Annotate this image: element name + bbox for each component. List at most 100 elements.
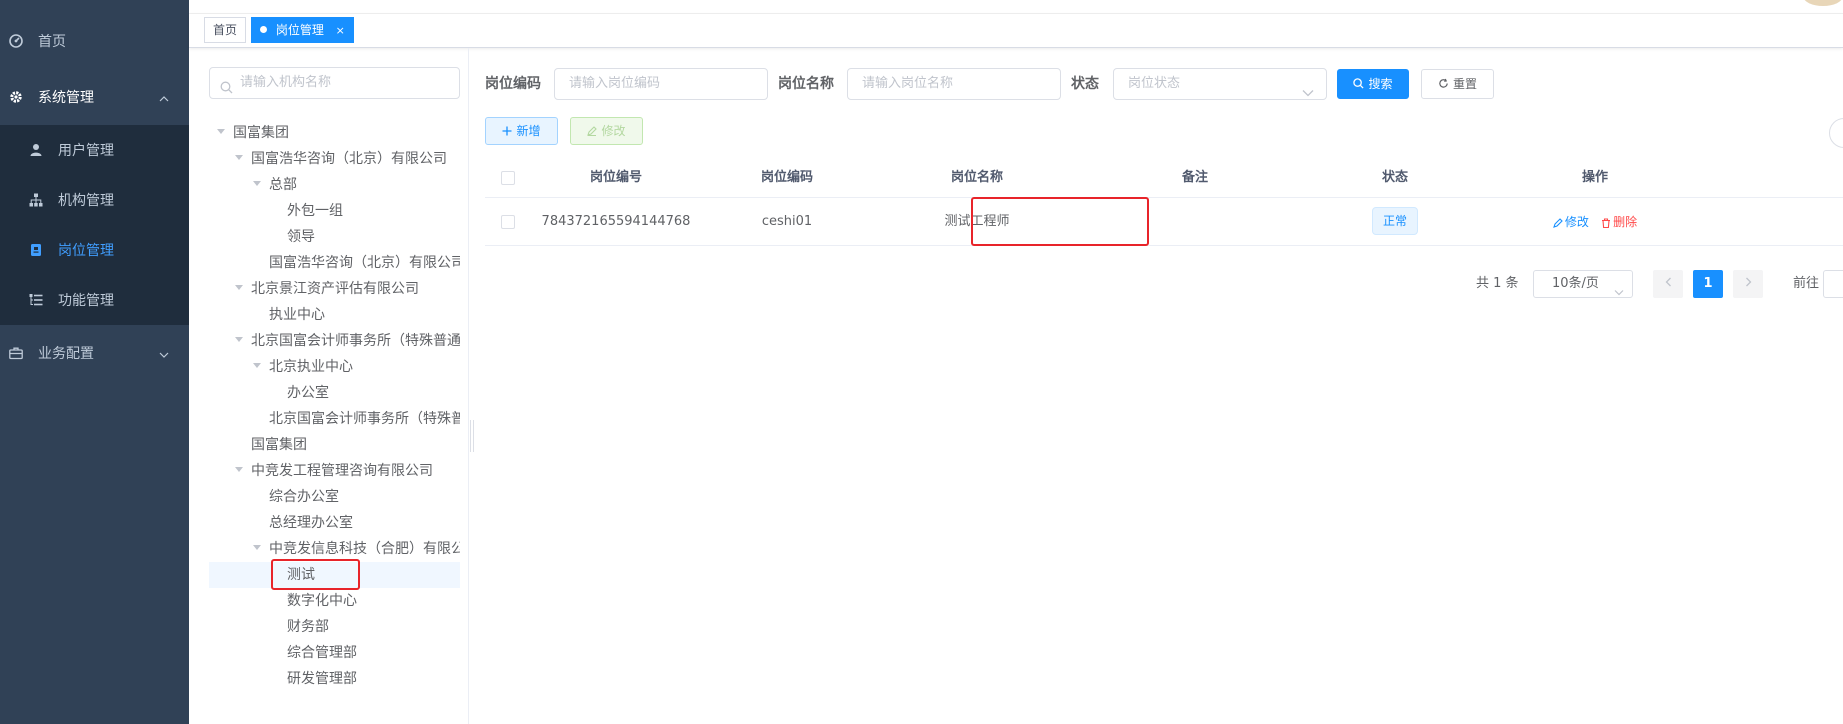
sidebar-item-label: 业务配置 — [38, 346, 94, 362]
prev-page-button[interactable] — [1653, 270, 1683, 298]
status-label: 状态 — [1071, 76, 1099, 92]
column-header: 操作 — [1581, 170, 1608, 185]
tree-node-label: 国富浩华咨询（北京）有限公司 — [269, 255, 460, 271]
select-all-checkbox[interactable] — [501, 171, 515, 185]
goto-label: 前往 — [1793, 276, 1820, 291]
add-button-label: 新增 — [516, 124, 541, 138]
tree-node-label: 总部 — [269, 177, 297, 193]
tree-table-icon — [28, 292, 44, 308]
tree-node-label: 财务部 — [287, 619, 329, 635]
post-code-label: 岗位编码 — [485, 76, 541, 92]
post-name-placeholder: 请输入岗位名称 — [862, 76, 954, 91]
tree-node[interactable]: 研发管理部 — [287, 666, 460, 692]
reset-button-label: 重置 — [1452, 77, 1477, 91]
org-search-input[interactable]: 请输入机构名称 — [209, 67, 460, 99]
tree-node-label: 中竞发工程管理咨询有限公司 — [251, 463, 433, 479]
tree-node[interactable]: 综合办公室 — [269, 484, 460, 510]
tree-node[interactable]: 中竞发工程管理咨询有限公司 — [235, 458, 460, 484]
search-button[interactable]: 搜索 — [1337, 69, 1409, 99]
sidebar: 首页 系统管理 用户管理 机构管理 岗位管理 功能管理 业务配置 — [0, 0, 189, 724]
goto-page-input[interactable] — [1823, 270, 1843, 298]
tree-node-label: 综合管理部 — [287, 645, 357, 661]
main-content: 岗位编码 请输入岗位编码 岗位名称 请输入岗位名称 状态 岗位状态 搜索 重置 … — [470, 48, 1843, 724]
search-button-label: 搜索 — [1368, 77, 1393, 91]
navbar — [189, 0, 1843, 14]
status-cell: 正常 — [1313, 198, 1477, 246]
tree-node[interactable]: 北京国富会计师事务所（特殊普通合伙） — [269, 406, 460, 432]
edit-button[interactable]: 修改 — [570, 117, 643, 145]
avatar[interactable] — [1803, 0, 1843, 6]
column-header: 状态 — [1381, 170, 1408, 185]
actions-cell: 修改 删除 — [1477, 198, 1713, 246]
row-checkbox[interactable] — [501, 215, 515, 229]
tree-node[interactable]: 总经理办公室 — [269, 510, 460, 536]
tree-node[interactable]: 国富浩华咨询（北京）有限公司 — [269, 250, 460, 276]
tree-node[interactable]: 北京景江资产评估有限公司 — [235, 276, 460, 302]
user-icon — [28, 142, 44, 158]
row-delete-label: 删除 — [1613, 215, 1638, 229]
tree-node[interactable]: 综合管理部 — [287, 640, 460, 666]
tree-node-label: 执业中心 — [269, 307, 325, 323]
active-dot-icon — [260, 26, 267, 33]
tag-home[interactable]: 首页 — [204, 17, 247, 43]
tree-node[interactable]: 外包一组 — [287, 198, 460, 224]
sidebar-item-users[interactable]: 用户管理 — [0, 125, 189, 175]
status-select[interactable]: 岗位状态 — [1113, 68, 1327, 100]
tree-node[interactable]: 财务部 — [287, 614, 460, 640]
post-id-cell: 784372165594144768 — [541, 214, 691, 229]
tree-node-label: 北京国富会计师事务所（特殊普通合伙） — [269, 411, 460, 427]
sidebar-item-system[interactable]: 系统管理 — [0, 72, 189, 122]
tree-node-label: 研发管理部 — [287, 671, 357, 687]
toggle-search-button[interactable] — [1829, 118, 1843, 148]
post-code-cell: ceshi01 — [761, 214, 813, 229]
caret-down-icon — [217, 128, 225, 134]
post-code-placeholder: 请输入岗位编码 — [569, 76, 661, 91]
tag-label: 首页 — [213, 23, 238, 37]
pagination-total: 共 1 条 — [1476, 276, 1519, 291]
page-button-current[interactable]: 1 — [1693, 270, 1723, 298]
sidebar-item-home[interactable]: 首页 — [0, 16, 189, 66]
org-tree-icon — [28, 192, 44, 208]
tree-node[interactable]: 执业中心 — [269, 302, 460, 328]
caret-down-icon — [235, 466, 243, 472]
tree-node[interactable]: 办公室 — [287, 380, 460, 406]
caret-down-icon — [235, 284, 243, 290]
sidebar-item-label: 首页 — [38, 34, 66, 50]
tree-node[interactable]: 北京执业中心 — [253, 354, 460, 380]
tree-node[interactable]: 北京国富会计师事务所（特殊普通合伙） — [235, 328, 460, 354]
tree-node-label: 国富集团 — [251, 437, 307, 453]
tag-label: 岗位管理 — [275, 23, 324, 37]
close-icon[interactable]: × — [336, 24, 345, 37]
tree-node[interactable]: 数字化中心 — [287, 588, 460, 614]
sidebar-item-org[interactable]: 机构管理 — [0, 175, 189, 225]
org-tree-panel: 请输入机构名称 国富集团 国富浩华咨询（北京）有限公司 总部 外包一组 领导 国… — [189, 48, 469, 724]
next-page-button[interactable] — [1733, 270, 1763, 298]
sidebar-item-post[interactable]: 岗位管理 — [0, 225, 189, 275]
tree-node[interactable]: 领导 — [287, 224, 460, 250]
chevron-down-icon — [159, 346, 169, 362]
briefcase-icon — [8, 345, 24, 361]
sidebar-item-function[interactable]: 功能管理 — [0, 275, 189, 325]
sidebar-item-label: 用户管理 — [58, 143, 114, 159]
page-size-select[interactable]: 10条/页 — [1533, 270, 1633, 298]
tag-post-management[interactable]: 岗位管理 × — [251, 17, 354, 43]
tree-node[interactable]: 国富集团 — [217, 120, 460, 146]
reset-button[interactable]: 重置 — [1421, 69, 1494, 99]
table-row: 784372165594144768 ceshi01 测试工程师 正常 修改 删… — [485, 198, 1843, 246]
column-header: 岗位名称 — [950, 170, 1003, 185]
sidebar-item-business[interactable]: 业务配置 — [0, 328, 189, 378]
tree-node[interactable]: 总部 — [253, 172, 460, 198]
plus-icon — [502, 126, 512, 135]
add-button[interactable]: 新增 — [485, 117, 558, 145]
tree-node[interactable]: 国富浩华咨询（北京）有限公司 — [235, 146, 460, 172]
row-edit-label: 修改 — [1564, 215, 1589, 229]
post-code-input[interactable]: 请输入岗位编码 — [554, 68, 768, 100]
post-name-input[interactable]: 请输入岗位名称 — [847, 68, 1061, 100]
caret-down-icon — [253, 180, 261, 186]
tree-node-label: 北京执业中心 — [269, 359, 353, 375]
row-delete-link[interactable]: 删除 — [1601, 215, 1637, 229]
tree-node-label: 综合办公室 — [269, 489, 339, 505]
tree-node[interactable]: 国富集团 — [251, 432, 460, 458]
table-header: 岗位编号 岗位编码 岗位名称 备注 状态 操作 — [485, 158, 1843, 198]
row-edit-link[interactable]: 修改 — [1553, 215, 1589, 229]
